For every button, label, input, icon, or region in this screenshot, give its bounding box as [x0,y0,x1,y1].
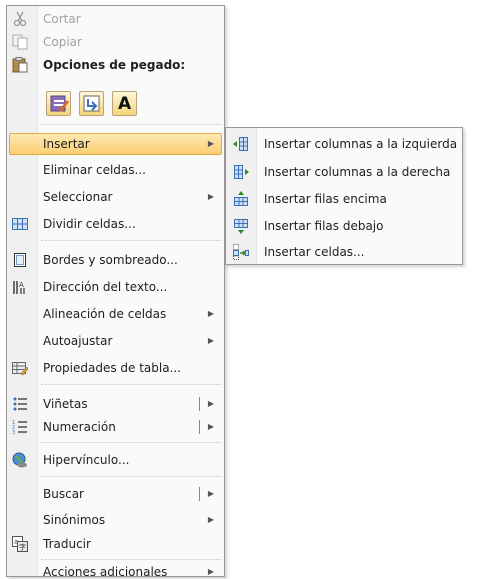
borders-icon [12,252,28,268]
submenu-arrow-icon[interactable]: ▶ [208,393,214,415]
menu-item-copy[interactable]: Copiar [7,31,224,53]
menu-item-autofit[interactable]: Autoajustar ▶ [7,330,224,352]
table-properties-icon [12,360,29,376]
menu-item-hyperlink[interactable]: Hipervínculo... [7,449,224,471]
separator [41,384,221,385]
submenu-arrow-icon: ▶ [207,192,214,201]
clipboard-icon [12,57,28,73]
submenu-item-insert-columns-left[interactable]: Insertar columnas a la izquierda [226,133,462,155]
menu-item-bullets[interactable]: Viñetas ▶ [7,393,224,415]
split-divider [199,420,200,434]
menu-item-select[interactable]: Seleccionar ▶ [7,186,224,208]
submenu-item-insert-rows-above[interactable]: Insertar filas encima [226,188,462,210]
context-menu: Cortar Copiar Opciones de pegado: A Inse… [6,5,225,578]
svg-text:3: 3 [12,430,15,435]
translate-icon: a字 [12,536,28,552]
paste-options-header: Opciones de pegado: [7,54,224,76]
menu-item-delete-cells[interactable]: Eliminar celdas... [7,159,224,181]
split-cells-icon [12,216,28,232]
text-direction-icon: A [12,279,28,295]
menu-item-search[interactable]: Buscar ▶ [7,483,224,505]
menu-item-table-properties[interactable]: Propiedades de tabla... [7,357,224,379]
submenu-arrow-icon: ▶ [207,515,214,524]
scissors-icon [12,11,28,27]
submenu-arrow-icon: ▶ [207,567,214,576]
menu-item-numbering[interactable]: 123 Numeración ▶ [7,416,224,438]
menu-item-synonyms[interactable]: Sinónimos ▶ [7,509,224,531]
menu-item-split-cells[interactable]: Dividir celdas... [7,213,224,235]
insert-submenu: Insertar columnas a la izquierda Inserta… [225,127,463,265]
submenu-arrow-icon: ▶ [207,309,214,318]
submenu-item-insert-columns-right[interactable]: Insertar columnas a la derecha [226,161,462,183]
bullets-icon [12,396,28,412]
submenu-arrow-icon: ▶ [207,139,214,148]
insert-column-right-icon [233,164,249,180]
split-divider [199,397,200,411]
menu-item-cut[interactable]: Cortar [7,8,224,30]
hyperlink-globe-icon [12,452,28,468]
submenu-item-insert-cells[interactable]: Insertar celdas... [226,241,462,263]
insert-column-left-icon [233,136,249,152]
paste-text-only-button[interactable]: A [112,91,137,116]
menu-item-translate[interactable]: a字 Traducir [7,533,224,555]
separator [41,240,221,241]
split-divider [199,487,200,501]
numbering-icon: 123 [12,419,28,436]
separator [41,442,221,443]
separator [41,476,221,477]
submenu-arrow-icon[interactable]: ▶ [208,416,214,438]
menu-item-additional-actions[interactable]: Acciones adicionales ▶ [7,561,224,578]
paste-merge-format-button[interactable] [79,91,104,116]
insert-row-below-icon [233,218,249,234]
insert-row-above-icon [233,191,249,207]
insert-cells-icon [233,244,249,260]
separator [41,124,221,125]
submenu-arrow-icon[interactable]: ▶ [208,483,214,505]
svg-text:字: 字 [19,543,26,552]
submenu-arrow-icon: ▶ [207,336,214,345]
submenu-item-insert-rows-below[interactable]: Insertar filas debajo [226,215,462,237]
menu-item-cell-alignment[interactable]: Alineación de celdas ▶ [7,303,224,325]
copy-icon [12,34,28,50]
menu-item-borders[interactable]: Bordes y sombreado... [7,249,224,271]
menu-item-insert[interactable]: Insertar ▶ [7,133,224,155]
svg-text:A: A [19,281,24,289]
separator [41,559,221,560]
paste-keep-format-button[interactable] [46,91,71,116]
menu-item-text-direction[interactable]: A Dirección del texto... [7,276,224,298]
